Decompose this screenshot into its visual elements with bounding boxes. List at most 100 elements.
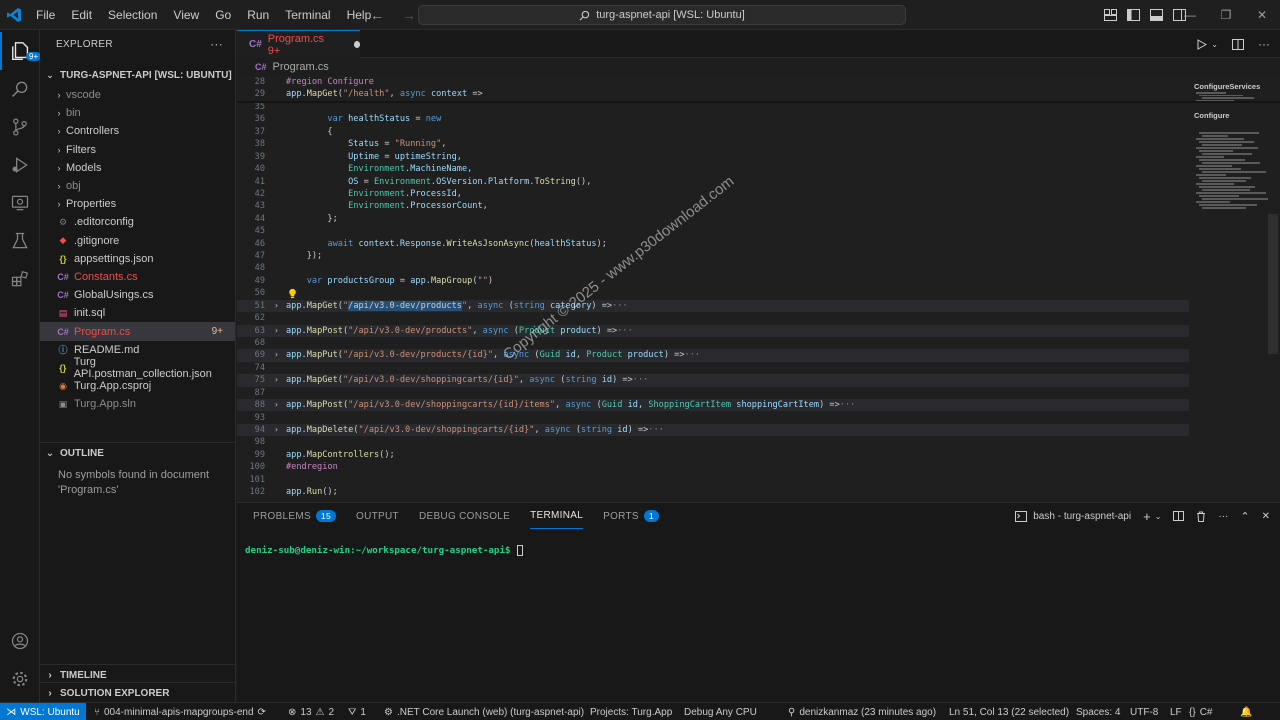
file-item[interactable]: C# GlobalUsings.cs [40, 286, 235, 304]
maximize-panel-chevron-up-icon[interactable]: ⌃ [1240, 510, 1249, 523]
menu-view[interactable]: View [165, 0, 207, 30]
search-activity-icon[interactable] [0, 70, 40, 108]
file-item[interactable]: ◉ Turg.App.csproj [40, 377, 235, 395]
git-blame[interactable]: ⚲ denizkanmaz (23 minutes ago) [788, 703, 936, 720]
editor-scrollbar[interactable] [1268, 214, 1278, 354]
fold-chevron-icon[interactable]: › [274, 399, 279, 411]
code-token: id [565, 350, 576, 361]
back-arrow-icon[interactable]: ← [370, 7, 384, 23]
file-item[interactable]: ⚙ .editorconfig [40, 213, 235, 231]
panel-more-icon[interactable]: ··· [1218, 511, 1228, 522]
tab-terminal[interactable]: TERMINAL [530, 503, 584, 529]
remote-indicator[interactable]: ⋊ WSL: Ubuntu [0, 703, 86, 720]
tab-problems[interactable]: PROBLEMS 15 [253, 503, 337, 529]
menu-selection[interactable]: Selection [100, 0, 165, 30]
manage-gear-icon[interactable] [0, 660, 40, 698]
build-config[interactable]: Debug Any CPU [684, 703, 757, 720]
code-token: ProcessId [410, 188, 457, 199]
menu-go[interactable]: Go [207, 0, 239, 30]
menu-file[interactable]: File [28, 0, 63, 30]
code-token: Environment [348, 164, 406, 175]
code-editor[interactable]: 28 #region Configure 29 app.MapGet("/health… [237, 76, 1280, 502]
close-panel-icon[interactable]: ✕ [1262, 511, 1270, 522]
git-branch[interactable]: ⑂ 004-minimal-apis-mapgroups-end ⟳ [94, 703, 266, 720]
folder-item[interactable]: › obj [40, 177, 235, 195]
problems-status[interactable]: ⊗ 13 ⚠ 2 [288, 703, 334, 720]
file-item[interactable]: {} appsettings.json [40, 250, 235, 268]
line-number: 101 [249, 474, 265, 485]
folder-item[interactable]: › Models [40, 159, 235, 177]
file-item[interactable]: C# Program.cs 9+ [40, 322, 235, 341]
cursor-position[interactable]: Ln 51, Col 13 (22 selected) [949, 703, 1069, 720]
outline-section[interactable]: ⌄ OUTLINE [40, 442, 235, 464]
workspace-root[interactable]: ⌄ TURG-ASPNET-API [WSL: UBUNTU] [40, 64, 235, 86]
run-dropdown-chevron-icon[interactable]: ⌄ [1211, 40, 1218, 49]
fold-chevron-icon[interactable]: › [274, 349, 279, 361]
folder-item[interactable]: › Properties [40, 195, 235, 213]
source-control-icon[interactable] [0, 108, 40, 146]
language-mode[interactable]: {} C# [1189, 703, 1212, 720]
editor-more-icon[interactable]: ··· [1258, 37, 1270, 51]
breadcrumb-file[interactable]: Program.cs [273, 61, 329, 73]
command-center-search[interactable]: turg-aspnet-api [WSL: Ubuntu] [418, 5, 906, 25]
unsaved-dot-icon[interactable] [353, 41, 360, 48]
split-editor-icon[interactable] [1232, 38, 1244, 50]
file-item[interactable]: ◆ .gitignore [40, 232, 235, 250]
code-token: async [477, 300, 504, 311]
encoding[interactable]: UTF-8 [1130, 703, 1158, 720]
tab-program-cs[interactable]: C# Program.cs 9+ [237, 30, 360, 58]
code-token: => [467, 89, 483, 100]
file-item[interactable]: C# Constants.cs [40, 268, 235, 286]
file-item[interactable]: {} Turg API.postman_collection.json [40, 356, 235, 380]
split-terminal-icon[interactable] [1173, 511, 1185, 521]
extensions-icon[interactable] [0, 260, 40, 298]
fold-chevron-icon[interactable]: › [274, 325, 279, 337]
code-token: ) => [596, 325, 618, 336]
launch-config[interactable]: ⚙ .NET Core Launch (web) (turg-aspnet-ap… [384, 703, 584, 720]
tab-output[interactable]: OUTPUT [356, 503, 399, 529]
fold-chevron-icon[interactable]: › [274, 300, 279, 312]
new-terminal-plus-icon[interactable]: + [1143, 509, 1151, 524]
close-window-icon[interactable]: ✕ [1244, 0, 1280, 30]
folder-item[interactable]: › vscode [40, 86, 235, 104]
kill-terminal-trash-icon[interactable] [1196, 511, 1206, 522]
run-file-icon[interactable] [1197, 38, 1208, 50]
restore-icon[interactable]: ❐ [1208, 0, 1244, 30]
minimap[interactable]: ConfigureServices Configure [1192, 76, 1272, 276]
run-debug-icon[interactable] [0, 146, 40, 184]
fold-chevron-icon[interactable]: › [274, 374, 279, 386]
menu-terminal[interactable]: Terminal [277, 0, 338, 30]
terminal-output[interactable]: deniz-sub@deniz-win:~/workspace/turg-asp… [245, 545, 523, 556]
projects-status[interactable]: Projects: Turg.App [590, 703, 672, 720]
minimize-icon[interactable]: — [1172, 0, 1208, 30]
file-item[interactable]: ▤ init.sql [40, 304, 235, 322]
notifications-bell-icon[interactable]: 🔔 [1240, 703, 1252, 720]
solution-explorer-section[interactable]: › SOLUTION EXPLORER [40, 682, 235, 704]
explorer-more-icon[interactable]: ··· [210, 37, 223, 51]
end-of-line[interactable]: LF [1170, 703, 1182, 720]
terminal-dropdown-chevron-icon[interactable]: ⌄ [1155, 512, 1162, 521]
tab-ports[interactable]: PORTS 1 [603, 503, 659, 529]
indentation[interactable]: Spaces: 4 [1076, 703, 1120, 720]
ports-status[interactable]: ⛛ 1 [348, 703, 366, 720]
toggle-panel-icon[interactable] [1150, 9, 1163, 21]
fold-chevron-icon[interactable]: › [274, 424, 279, 436]
folder-item[interactable]: › bin [40, 104, 235, 122]
remote-explorer-icon[interactable] [0, 184, 40, 222]
menu-edit[interactable]: Edit [63, 0, 100, 30]
folder-item[interactable]: › Controllers [40, 122, 235, 140]
terminal-name[interactable]: bash - turg-aspnet-api [1033, 511, 1131, 522]
code-token: }); [286, 251, 323, 262]
forward-arrow-icon[interactable]: → [402, 7, 416, 23]
toggle-primary-sidebar-icon[interactable] [1127, 9, 1140, 21]
customize-layout-icon[interactable] [1104, 9, 1117, 21]
testing-icon[interactable] [0, 222, 40, 260]
folder-item[interactable]: › Filters [40, 141, 235, 159]
file-item[interactable]: ▣ Turg.App.sln [40, 395, 235, 413]
code-token: ); [596, 238, 607, 249]
tab-debug-console[interactable]: DEBUG CONSOLE [419, 503, 510, 529]
lightbulb-icon[interactable] [287, 288, 298, 299]
accounts-icon[interactable] [0, 622, 40, 660]
menu-run[interactable]: Run [239, 0, 277, 30]
explorer-icon[interactable]: 9+ [0, 32, 42, 70]
